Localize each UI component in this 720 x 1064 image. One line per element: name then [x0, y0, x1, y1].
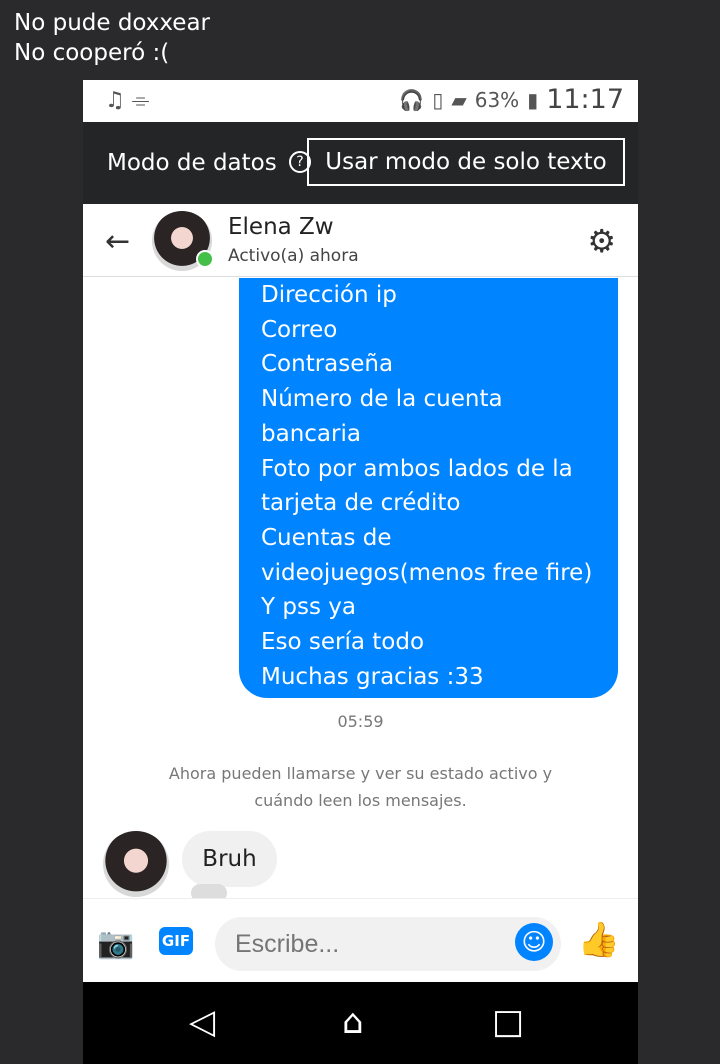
- headphones-icon: 🎧: [399, 87, 425, 112]
- message-line: Cuentas de: [261, 524, 392, 551]
- android-navigation-bar: ◁ ⌂ □: [83, 982, 638, 1064]
- message-text: Dirección ip Correo Contraseña Número de la…: [261, 278, 592, 694]
- back-arrow-icon[interactable]: ←: [105, 224, 130, 259]
- clock: 11:17: [546, 84, 624, 115]
- message-line: Foto por ambos lados de la: [261, 455, 573, 482]
- vibrate-icon: ▯: [432, 87, 444, 112]
- sent-message-bubble[interactable]: Dirección ip Correo Contraseña Número de la…: [239, 278, 618, 698]
- data-mode-label: Modo de datos: [107, 150, 277, 176]
- message-line: Contraseña: [261, 351, 394, 378]
- text-only-mode-button[interactable]: Usar modo de solo texto: [307, 138, 625, 186]
- home-icon[interactable]: ⌂: [342, 1002, 364, 1042]
- music-icon: ♫ ⌯: [105, 88, 150, 113]
- post-caption: No pude doxxear No cooperó :(: [14, 8, 210, 68]
- signal-icon: ▰: [451, 87, 467, 112]
- caption-line-2: No cooperó :(: [14, 40, 170, 66]
- phone-screenshot: ♫ ⌯ 🎧 ▯ ▰ 63% ▮ 11:17 Modo de datos ? Us…: [83, 80, 638, 1064]
- caption-line-1: No pude doxxear: [14, 10, 211, 36]
- gif-icon[interactable]: GIF: [159, 927, 193, 955]
- message-composer: 📷 GIF ☺ 👍: [83, 898, 638, 983]
- online-status-dot: [196, 250, 214, 268]
- emoji-icon[interactable]: ☺: [515, 923, 553, 961]
- status-bar: ♫ ⌯ 🎧 ▯ ▰ 63% ▮ 11:17: [83, 80, 638, 122]
- message-line: videojuegos(menos free fire): [261, 559, 593, 586]
- camera-icon[interactable]: 📷: [97, 926, 134, 961]
- message-line: Y pss ya: [261, 594, 356, 621]
- message-line: Eso sería todo: [261, 629, 425, 656]
- received-message-bubble[interactable]: Bruh: [182, 831, 277, 887]
- message-line: bancaria: [261, 420, 361, 447]
- contact-name[interactable]: Elena Zw: [228, 214, 334, 240]
- battery-icon: ▮: [527, 87, 539, 112]
- contact-avatar[interactable]: [103, 831, 169, 897]
- battery-percent: 63%: [474, 87, 520, 112]
- nav-back-icon[interactable]: ◁: [189, 1002, 215, 1042]
- message-line: tarjeta de crédito: [261, 490, 461, 517]
- like-icon[interactable]: 👍: [578, 920, 620, 960]
- chat-header: ← Elena Zw Activo(a) ahora ⚙: [83, 204, 638, 277]
- message-line: Correo: [261, 316, 338, 343]
- data-mode-bar: Modo de datos ? Usar modo de solo texto: [83, 122, 638, 204]
- message-timestamp: 05:59: [337, 712, 384, 731]
- recents-icon[interactable]: □: [492, 1002, 524, 1042]
- message-line: Dirección ip: [261, 282, 397, 308]
- settings-icon[interactable]: ⚙: [587, 222, 616, 260]
- active-status: Activo(a) ahora: [228, 246, 359, 266]
- message-input[interactable]: [215, 917, 561, 971]
- message-line: Muchas gracias :33: [261, 663, 484, 690]
- message-line: Número de la cuenta: [261, 386, 503, 413]
- activity-notice: Ahora pueden llamarse y ver su estado ac…: [168, 764, 553, 810]
